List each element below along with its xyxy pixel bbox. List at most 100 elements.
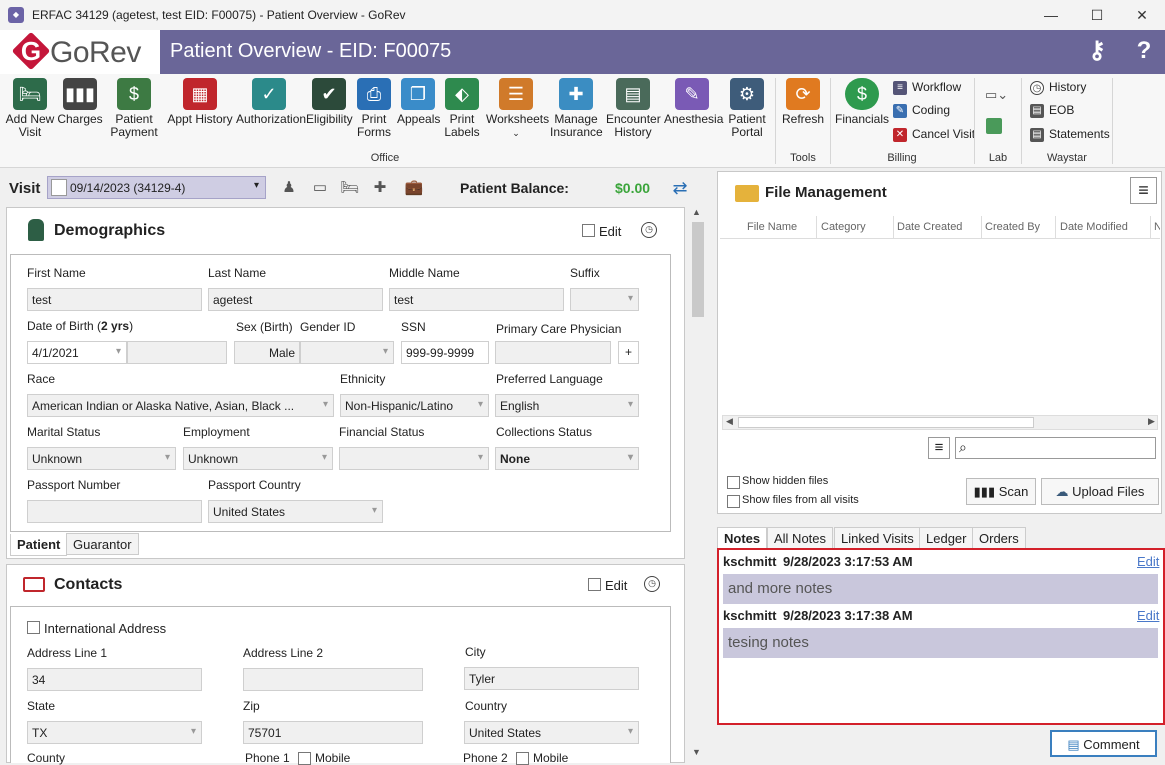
tab-guarantor[interactable]: Guarantor [66,533,139,555]
ssn-field[interactable]: 999-99-9999 [401,341,489,364]
international-address-checkbox[interactable] [27,621,40,634]
swap-icon[interactable]: ⇄ [670,178,690,198]
lab-results-icon[interactable] [986,118,1002,134]
tab-orders[interactable]: Orders [972,527,1026,549]
worksheets-button[interactable]: ☰ Worksheets ⌄ [486,78,549,140]
authorization-button[interactable]: ✓ Authorization [236,78,306,126]
encounter-history-button[interactable]: ▤ Encounter History [606,78,661,139]
scroll-thumb[interactable] [692,222,704,317]
financial-select[interactable] [339,447,489,470]
tab-notes[interactable]: Notes [717,527,768,549]
close-button[interactable]: ✕ [1119,0,1165,30]
maximize-button[interactable]: ☐ [1074,0,1120,30]
history-button[interactable]: ◷ History [1030,78,1086,98]
column-date-modified[interactable]: Date Modified [1060,221,1128,233]
marital-select[interactable]: Unknown [27,447,176,470]
financials-button[interactable]: $ Financials [835,78,889,126]
contacts-edit-checkbox[interactable] [588,578,601,591]
print-forms-button[interactable]: ⎙ Print Forms [354,78,394,139]
scroll-up-icon[interactable]: ▲ [692,207,701,217]
appt-history-button[interactable]: ▦ Appt History [166,78,234,126]
mobile2-checkbox[interactable] [516,752,529,765]
tab-linked-visits[interactable]: Linked Visits [834,527,921,549]
show-all-visits-checkbox[interactable] [727,495,740,508]
employment-select[interactable]: Unknown [183,447,333,470]
history-icon[interactable]: ◷ [644,576,660,592]
comment-button[interactable]: ▤ Comment [1050,730,1157,757]
hscroll-thumb[interactable] [738,417,1034,428]
collections-select[interactable]: None [495,447,639,470]
country-select[interactable]: United States [464,721,639,744]
city-field[interactable]: Tyler [464,667,639,690]
scroll-left-icon[interactable]: ◀ [726,416,733,427]
scroll-down-icon[interactable]: ▼ [692,747,701,757]
column-category[interactable]: Category [821,221,866,233]
note-edit-link[interactable]: Edit [1137,608,1159,623]
ethnicity-select[interactable]: Non-Hispanic/Latino [340,394,489,417]
visit-select[interactable]: 09/14/2023 (34129-4) ▾ [47,176,266,199]
state-select[interactable]: TX [27,721,202,744]
help-icon[interactable]: ? [1129,36,1159,66]
address1-field[interactable]: 34 [27,668,202,691]
charges-button[interactable]: ▮▮▮ Charges [56,78,104,126]
id-card-icon[interactable]: ▭ [310,178,330,198]
patient-portal-button[interactable]: ⚙ Patient Portal [724,78,770,139]
upload-files-button[interactable]: ☁ Upload Files [1041,478,1159,505]
menu-icon[interactable]: ≡ [1130,177,1157,204]
file-search-input[interactable]: ⌕ [955,437,1156,459]
minimize-button[interactable]: — [1028,0,1074,30]
pcp-field[interactable] [495,341,611,364]
appeals-button[interactable]: ❐ Appeals [397,78,440,126]
show-hidden-checkbox[interactable] [727,476,740,489]
language-select[interactable]: English [495,394,639,417]
eligibility-button[interactable]: ✔ Eligibility [306,78,353,126]
address2-field[interactable] [243,668,423,691]
visit-checkbox[interactable] [51,179,67,196]
column-date-created[interactable]: Date Created [897,221,962,233]
suffix-select[interactable] [570,288,639,311]
print-labels-button[interactable]: ⬖ Print Labels [442,78,482,139]
tab-ledger[interactable]: Ledger [919,527,974,549]
zip-field[interactable]: 75701 [243,721,423,744]
demographics-edit-checkbox[interactable] [582,224,595,237]
tab-all-notes[interactable]: All Notes [767,527,834,549]
last-name-field[interactable]: agetest [208,288,383,311]
add-new-visit-button[interactable]: 🛏 Add New Visit [4,78,56,139]
anesthesia-button[interactable]: ✎ Anesthesia [664,78,723,126]
first-name-field[interactable]: test [27,288,202,311]
time-spinner[interactable] [127,341,227,364]
list-icon[interactable]: ≡ [928,437,950,459]
lab-orders-icon[interactable]: ▭⌄ [985,87,1013,103]
mobile1-checkbox[interactable] [298,752,311,765]
refresh-button[interactable]: ⟳ Refresh [780,78,826,126]
manage-insurance-button[interactable]: ✚ Manage Insurance [550,78,603,139]
patient-payment-button[interactable]: $ Patient Payment [104,78,164,139]
workflow-button[interactable]: ≡ Workflow [893,78,961,98]
passport-field[interactable] [27,500,202,523]
insurance-card-icon[interactable]: ✚ [370,178,390,198]
briefcase-icon[interactable]: 💼 [404,178,424,198]
gender-select[interactable] [300,341,394,364]
column-created-by[interactable]: Created By [985,221,1040,233]
middle-name-field[interactable]: test [389,288,564,311]
column-n[interactable]: N [1154,221,1160,233]
statements-button[interactable]: ▤ Statements [1030,125,1110,145]
add-pcp-button[interactable]: + [618,341,639,364]
cancel-visit-button[interactable]: ✕ Cancel Visit [893,125,975,145]
sex-select[interactable]: Male [234,341,300,364]
patient-icon[interactable]: ♟ [279,178,299,198]
scan-button[interactable]: ▮▮▮ Scan [966,478,1036,505]
bed-icon[interactable]: 🛏 [340,178,360,198]
note-edit-link[interactable]: Edit [1137,554,1159,569]
eob-button[interactable]: ▤ EOB [1030,101,1074,121]
scroll-right-icon[interactable]: ▶ [1148,416,1155,427]
tab-patient[interactable]: Patient [10,534,68,556]
passport-country-select[interactable]: United States [208,500,383,523]
user-key-icon[interactable]: ⚷ [1082,36,1112,66]
file-management-title: File Management [765,184,887,201]
dob-field[interactable]: 4/1/2021 [27,341,127,364]
coding-button[interactable]: ✎ Coding [893,101,950,121]
column-file-name[interactable]: File Name [747,221,797,233]
history-icon[interactable]: ◷ [641,222,657,238]
race-select[interactable]: American Indian or Alaska Native, Asian,… [27,394,334,417]
